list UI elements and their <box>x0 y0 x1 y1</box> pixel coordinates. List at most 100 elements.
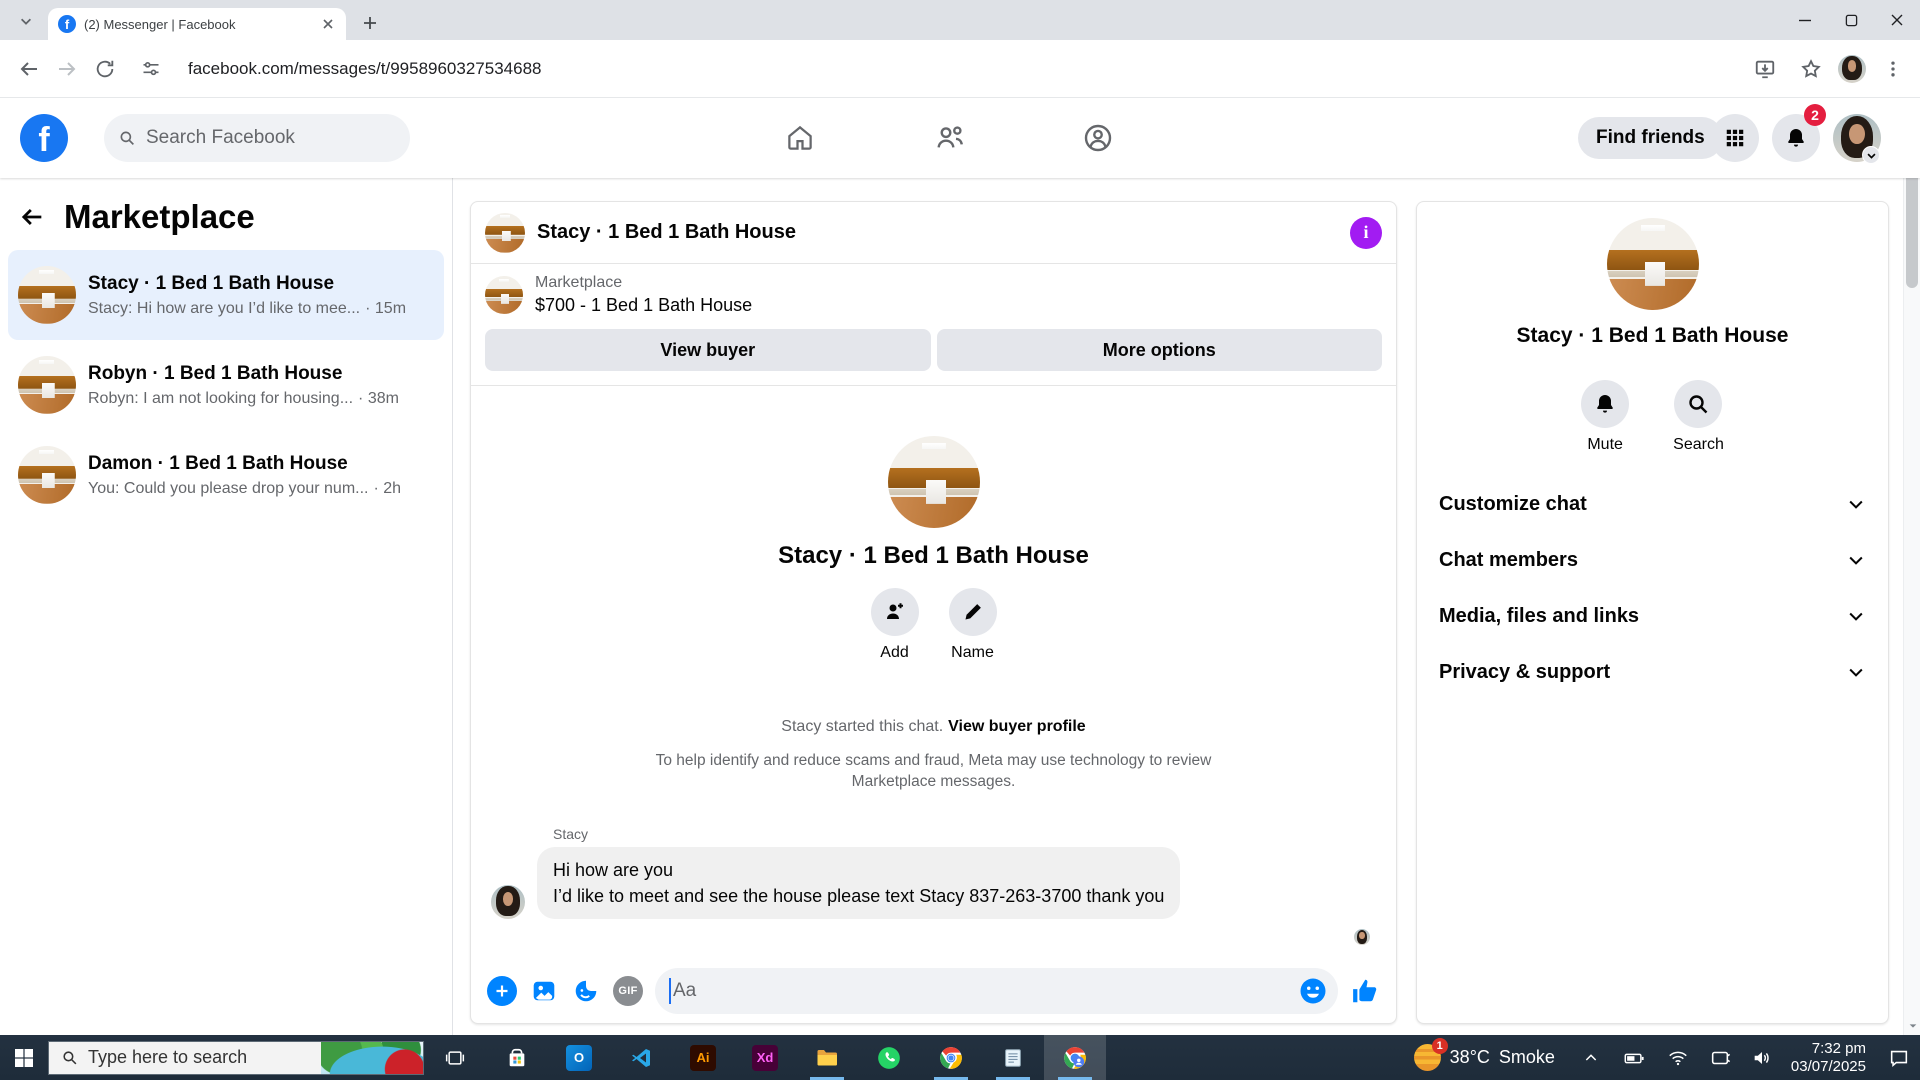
profile-chevron-icon <box>1862 146 1880 164</box>
window-close-button[interactable] <box>1874 0 1920 40</box>
chevron-down-icon <box>1849 668 1863 677</box>
install-app-icon[interactable] <box>1746 50 1784 88</box>
adobe-xd-button[interactable]: Xd <box>734 1035 796 1080</box>
conversation-item-stacy[interactable]: Stacy · 1 Bed 1 Bath House Stacy: Hi how… <box>8 250 444 340</box>
more-options-button[interactable]: More options <box>936 329 1382 371</box>
battery-icon[interactable] <box>1623 1047 1645 1069</box>
thumbs-up-icon <box>1353 979 1377 1003</box>
search-in-chat-button[interactable]: Search <box>1673 380 1724 454</box>
reload-button[interactable] <box>86 50 124 88</box>
illustrator-icon: Ai <box>690 1044 716 1071</box>
tab-search-button[interactable] <box>12 7 39 34</box>
chat-scroll-area[interactable]: Stacy · 1 Bed 1 Bath House Add Name Stac… <box>471 386 1396 959</box>
url-bar[interactable]: facebook.com/messages/t/9958960327534688 <box>188 59 1746 79</box>
attach-sticker-button[interactable] <box>571 976 601 1006</box>
message-input[interactable]: Aa <box>655 968 1338 1014</box>
like-button[interactable] <box>1350 976 1380 1006</box>
nav-friends-tab[interactable] <box>926 114 974 162</box>
scroll-down-arrow[interactable] <box>1904 1017 1920 1035</box>
task-view-button[interactable] <box>424 1035 486 1080</box>
browser-tab-strip: f (2) Messenger | Facebook <box>0 0 1920 40</box>
attach-plus-button[interactable] <box>487 976 517 1006</box>
file-explorer-button[interactable] <box>796 1035 858 1080</box>
find-friends-button[interactable]: Find friends <box>1578 117 1723 159</box>
chat-header-avatar[interactable] <box>485 212 525 253</box>
details-avatar <box>1606 218 1699 310</box>
action-center-button[interactable] <box>1888 1047 1910 1069</box>
message-bubble[interactable]: Hi how are you I’d like to meet and see … <box>537 847 1181 919</box>
attach-gif-button[interactable]: GIF <box>613 976 643 1006</box>
pencil-icon <box>964 604 981 620</box>
notepad-button[interactable] <box>982 1035 1044 1080</box>
speaker-icon[interactable] <box>1751 1047 1773 1069</box>
facebook-header: f Find friends 2 <box>0 98 1920 178</box>
vscode-button[interactable] <box>610 1035 672 1080</box>
forward-button[interactable] <box>48 50 86 88</box>
outlook-button[interactable]: O <box>548 1035 610 1080</box>
conversation-time: · 2h <box>373 479 402 497</box>
window-maximize-button[interactable] <box>1828 0 1874 40</box>
browser-menu-icon[interactable] <box>1874 50 1912 88</box>
taskbar-clock[interactable]: 7:32 pm 03/07/2025 <box>1791 1040 1866 1076</box>
conversation-item-damon[interactable]: Damon · 1 Bed 1 Bath House You: Could yo… <box>8 430 444 520</box>
conversation-item-robyn[interactable]: Robyn · 1 Bed 1 Bath House Robyn: I am n… <box>8 340 444 430</box>
nav-home-tab[interactable] <box>776 114 824 162</box>
back-button[interactable] <box>10 50 48 88</box>
weather-widget[interactable]: 1 38°C Smoke <box>1413 1038 1555 1071</box>
taskbar-search-input[interactable] <box>88 1047 318 1068</box>
apps-menu-button[interactable] <box>1711 114 1759 162</box>
facebook-logo[interactable]: f <box>20 114 68 162</box>
chevron-down-icon <box>1849 612 1863 621</box>
weather-condition: Smoke <box>1498 1047 1555 1067</box>
scam-disclaimer: To help identify and reduce scams and fr… <box>655 752 1212 790</box>
tab-title: (2) Messenger | Facebook <box>84 16 236 32</box>
chrome-button[interactable] <box>920 1035 982 1080</box>
edit-name-button[interactable]: Name <box>948 588 997 662</box>
site-info-icon[interactable] <box>132 50 170 88</box>
microsoft-store-button[interactable] <box>486 1035 548 1080</box>
emoji-button[interactable] <box>1298 976 1328 1006</box>
chat-title[interactable]: Stacy · 1 Bed 1 Bath House <box>537 221 1338 244</box>
window-minimize-button[interactable] <box>1782 0 1828 40</box>
bell-icon <box>1597 395 1613 413</box>
page-scrollbar[interactable] <box>1903 98 1920 1035</box>
conversation-time: · 15m <box>365 299 407 317</box>
mute-button[interactable]: Mute <box>1581 380 1630 454</box>
attach-photo-button[interactable] <box>529 976 559 1006</box>
cast-icon[interactable] <box>1709 1047 1731 1069</box>
browser-profile-avatar[interactable] <box>1838 54 1866 83</box>
illustrator-button[interactable]: Ai <box>672 1035 734 1080</box>
chat-info-button[interactable]: i <box>1350 216 1382 249</box>
add-members-button[interactable]: Add <box>870 588 919 662</box>
section-customize-chat[interactable]: Customize chat <box>1417 476 1888 532</box>
back-arrow-icon[interactable] <box>18 203 46 231</box>
chrome-profile-button[interactable] <box>1044 1035 1106 1080</box>
facebook-search-input[interactable] <box>145 127 396 149</box>
conversation-title: Stacy · 1 Bed 1 Bath House <box>88 272 335 294</box>
hidden-icons-button[interactable] <box>1583 1050 1599 1066</box>
view-buyer-button[interactable]: View buyer <box>485 329 931 371</box>
section-media-files-links[interactable]: Media, files and links <box>1417 588 1888 644</box>
whatsapp-button[interactable] <box>858 1035 920 1080</box>
adobe-xd-icon: Xd <box>752 1044 778 1071</box>
bookmark-star-icon[interactable] <box>1792 50 1830 88</box>
nav-groups-tab[interactable] <box>1074 114 1122 162</box>
taskbar-search[interactable] <box>48 1040 424 1075</box>
whatsapp-icon <box>878 1046 900 1069</box>
facebook-search[interactable] <box>104 114 410 162</box>
chevron-down-icon <box>20 18 31 25</box>
start-button[interactable] <box>0 1035 48 1080</box>
weather-badge: 1 <box>1431 1038 1448 1054</box>
view-buyer-profile-link[interactable]: View buyer profile <box>948 718 1086 735</box>
wifi-icon[interactable] <box>1667 1047 1689 1069</box>
search-highlight-illustration[interactable] <box>321 1041 423 1074</box>
browser-tab[interactable]: f (2) Messenger | Facebook <box>48 8 346 40</box>
message-line: Hi how are you <box>553 860 674 880</box>
section-privacy-support[interactable]: Privacy & support <box>1417 644 1888 700</box>
tab-close-icon[interactable] <box>320 16 336 32</box>
new-tab-button[interactable] <box>356 9 384 37</box>
friends-icon <box>937 126 963 148</box>
sender-avatar[interactable] <box>491 885 525 919</box>
section-chat-members[interactable]: Chat members <box>1417 532 1888 588</box>
chat-profile-title: Stacy · 1 Bed 1 Bath House <box>778 542 1089 569</box>
